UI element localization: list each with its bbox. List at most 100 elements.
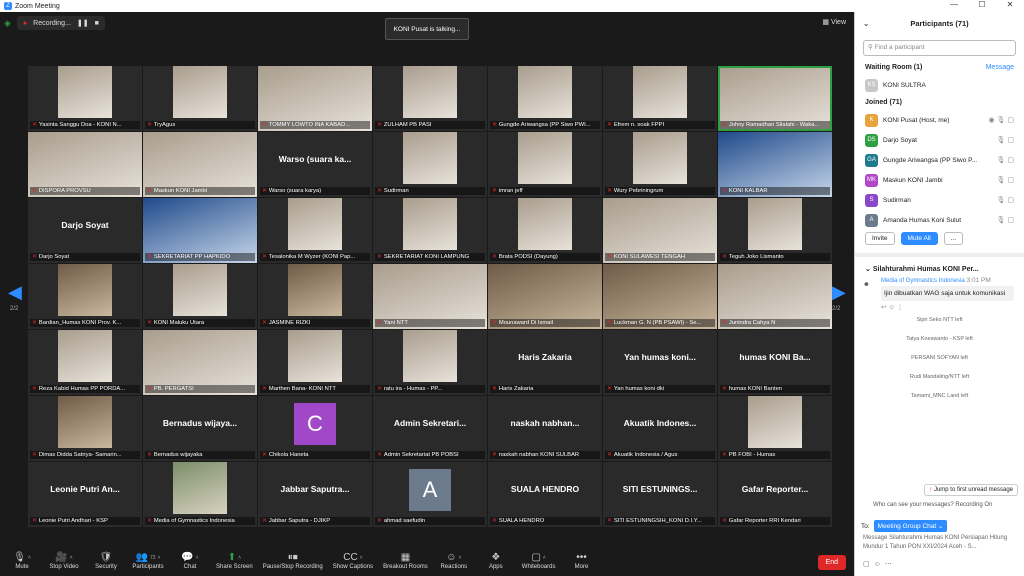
jump-unread-button[interactable]: ↑ Jump to first unread message: [924, 484, 1018, 496]
pause-stop-recording-button[interactable]: ⏸⏹ Pause/Stop Recording: [263, 552, 323, 570]
participant-tile[interactable]: ✕ Johny Ramadhan Silalahi - Waka...: [718, 66, 832, 131]
participant-tile[interactable]: ✕ Tesalonika M Wyzer (KONI Pap...: [258, 198, 372, 263]
apps-button[interactable]: ❖ Apps: [480, 552, 512, 570]
participant-tile[interactable]: ✕ Dimas Didda Satriya- Samarin...: [28, 396, 142, 461]
participant-tile[interactable]: ✕ imran jeff: [488, 132, 602, 197]
participant-tile[interactable]: ✕ Efrem n. soak FPPI: [603, 66, 717, 131]
encryption-shield-icon[interactable]: ◈: [4, 18, 11, 29]
participant-tile[interactable]: ✕ ZULHAM PB PASI: [373, 66, 487, 131]
participant-tile[interactable]: ✕ Marthen Bana- KONI NTT: [258, 330, 372, 395]
participant-tile[interactable]: ✕ ratu ira - Humas - PP...: [373, 330, 487, 395]
close-button[interactable]: ✕: [996, 0, 1024, 9]
participant-tile[interactable]: Yan humas koni... ✕ Yan humas koni dki: [603, 330, 717, 395]
participant-tile[interactable]: Leonie Putri An... ✕ Leonie Putri Andhari …: [28, 462, 142, 527]
participant-tile[interactable]: ✕ Junindra Cahya N: [718, 264, 832, 329]
chat-reaction-icons[interactable]: ↩ ☺ ⋮: [881, 303, 1014, 311]
pause-recording-icon[interactable]: ❚❚: [77, 19, 89, 27]
participant-status-icons[interactable]: 🎙 ▢: [997, 136, 1014, 144]
participant-tile[interactable]: ✕ Reza Kabid Humas PP PORDA...: [28, 330, 142, 395]
minimize-button[interactable]: —: [940, 0, 968, 9]
joined-header[interactable]: Joined (71): [855, 95, 1024, 110]
participant-row[interactable]: K KONI Pusat (Host, me) ◉ 🎙 ▢: [855, 110, 1024, 130]
stop-video-button[interactable]: 🎥 ˄ Stop Video: [48, 552, 80, 570]
chat-tools[interactable]: ▢☺⋯: [863, 560, 896, 568]
participant-row[interactable]: A Amanda Humas Koni Sulut 🎙 ▢: [855, 210, 1024, 228]
caret-up-icon[interactable]: ˄: [196, 555, 199, 561]
participant-tile[interactable]: Haris Zakaria ✕ Haris Zakaria: [488, 330, 602, 395]
participant-tile[interactable]: Akuatik Indones... ✕ Akuatik Indonesia / A…: [603, 396, 717, 461]
participant-tile[interactable]: ✕ Mounaward Di Ismail: [488, 264, 602, 329]
participant-tile[interactable]: ✕ Gungde Ariwangsa (PP Siwo PWI...: [488, 66, 602, 131]
participant-tile[interactable]: naskah nabhan... ✕ naskah nabhan KONI SULB…: [488, 396, 602, 461]
participant-tile[interactable]: ✕ DISPORA PROVSU: [28, 132, 142, 197]
participant-tile[interactable]: SITI ESTUNINGS... ✕ SITI ESTUNINGSIH_KONI …: [603, 462, 717, 527]
participants-button[interactable]: 👥 72 ˄ Participants: [132, 552, 164, 570]
participant-tile[interactable]: ✕ SEKRETARIAT PP HAPKIDO: [143, 198, 257, 263]
participant-tile[interactable]: Warso (suara ka... ✕ Warso (suara karya): [258, 132, 372, 197]
participant-tile[interactable]: ✕ Yasinta Sanggu Doa - KONI N...: [28, 66, 142, 131]
caret-up-icon[interactable]: ˄: [28, 555, 31, 561]
participant-tile[interactable]: ✕ TOMMY LOWTO INA KABAD...: [258, 66, 372, 131]
security-button[interactable]: 🛡 Security: [90, 552, 122, 570]
more-button[interactable]: ••• More: [565, 552, 597, 570]
participant-tile[interactable]: ✕ SEKRETARIAT KONI LAMPUNG: [373, 198, 487, 263]
participant-tile[interactable]: A ✕ ahmad saefudin: [373, 462, 487, 527]
participant-row[interactable]: GA Gungde Ariwangsa (PP Siwo P... 🎙 ▢: [855, 150, 1024, 170]
caret-up-icon[interactable]: ˄: [238, 555, 241, 561]
next-page-arrow-icon[interactable]: ▶: [832, 282, 846, 303]
participant-tile[interactable]: Admin Sekretari... ✕ Admin Sekretariat PB …: [373, 396, 487, 461]
participant-status-icons[interactable]: 🎙 ▢: [997, 196, 1014, 204]
participant-tile[interactable]: ✕ Luckman G. N (PB PSAWI) - Se...: [603, 264, 717, 329]
participant-search-input[interactable]: ⚲ Find a participant: [863, 40, 1016, 56]
participant-tile[interactable]: ✕ Teguh Joko Lismanto: [718, 198, 832, 263]
waiting-room-header[interactable]: Waiting Room (1) Message: [855, 60, 1024, 75]
mute-all-button[interactable]: Mute All: [900, 232, 938, 245]
invite-button[interactable]: Invite: [865, 232, 895, 245]
participant-row[interactable]: DS Darjo Soyat 🎙 ▢: [855, 130, 1024, 150]
participant-tile[interactable]: ✕ JASMINE RIZKI: [258, 264, 372, 329]
maximize-button[interactable]: ☐: [968, 0, 996, 9]
participant-row[interactable]: S Sudirman 🎙 ▢: [855, 190, 1024, 210]
show-captions-button[interactable]: CC ˄ Show Captions: [333, 552, 373, 570]
participant-tile[interactable]: Darjo Soyat ✕ Darjo Soyat: [28, 198, 142, 263]
participant-tile[interactable]: ✕ Sudirman: [373, 132, 487, 197]
participant-row[interactable]: MK Maskun KONI Jambi 🎙 ▢: [855, 170, 1024, 190]
caret-up-icon[interactable]: ˄: [70, 555, 73, 561]
participant-tile[interactable]: C ✕ Chikola Haneta: [258, 396, 372, 461]
reactions-button[interactable]: ☺ ˄ Reactions: [438, 552, 470, 570]
participant-row[interactable]: KS KONI SULTRA: [855, 75, 1024, 95]
participant-tile[interactable]: ✕ Bardian_Humas KONI Prov. K...: [28, 264, 142, 329]
participant-tile[interactable]: Gafar Reporter... ✕ Gafar Reporter RRI Ken…: [718, 462, 832, 527]
participant-tile[interactable]: humas KONI Ba... ✕ humas KONI Banten: [718, 330, 832, 395]
prev-page-arrow-icon[interactable]: ◀: [8, 282, 22, 303]
participant-tile[interactable]: ✕ KONI SULAWESI TENGAH: [603, 198, 717, 263]
participant-status-icons[interactable]: ◉ 🎙 ▢: [989, 116, 1015, 124]
collapse-chevron-icon[interactable]: ⌄: [863, 12, 869, 36]
participant-tile[interactable]: Jabbar Saputra... ✕ Jabbar Saputra - DJIKP: [258, 462, 372, 527]
breakout-rooms-button[interactable]: ▦ Breakout Rooms: [383, 552, 428, 570]
participant-tile[interactable]: ✕ KONI KALBAR: [718, 132, 832, 197]
stop-recording-icon[interactable]: ■: [95, 20, 99, 27]
message-visibility-note[interactable]: Who can see your messages? Recording On: [873, 502, 992, 508]
mute-button[interactable]: 🎙 ˄ Mute: [6, 552, 38, 570]
chat-message-input[interactable]: Message Silahturahmi Humas KONI Persiapa…: [863, 534, 1018, 552]
caret-up-icon[interactable]: ˄: [158, 555, 161, 561]
participant-tile[interactable]: ✕ PB FOBI - Humas: [718, 396, 832, 461]
participant-tile[interactable]: ✕ PB. PERGATSI: [143, 330, 257, 395]
caret-up-icon[interactable]: ˄: [543, 555, 546, 561]
participant-tile[interactable]: ✕ Media of Gymnastics Indonesia: [143, 462, 257, 527]
chat-sender[interactable]: Media of Gymnastics Indonesia: [881, 278, 965, 284]
participant-tile[interactable]: ✕ TryAgus: [143, 66, 257, 131]
participant-tile[interactable]: ✕ Wury Pebriningrum: [603, 132, 717, 197]
share-screen-button[interactable]: ⬆ ˄ Share Screen: [216, 552, 253, 570]
whiteboards-button[interactable]: ▢ ˄ Whiteboards: [522, 552, 556, 570]
participant-status-icons[interactable]: 🎙 ▢: [997, 176, 1014, 184]
caret-up-icon[interactable]: ˄: [360, 555, 363, 561]
participant-tile[interactable]: SUALA HENDRO ✕ SUALA HENDRO: [488, 462, 602, 527]
participant-tile[interactable]: ✕ Yani NTT: [373, 264, 487, 329]
participant-status-icons[interactable]: 🎙 ▢: [997, 156, 1014, 164]
end-meeting-button[interactable]: End: [817, 555, 846, 570]
view-button[interactable]: ▦ View: [822, 18, 846, 26]
waiting-room-message-link[interactable]: Message: [986, 64, 1014, 71]
participant-status-icons[interactable]: 🎙 ▢: [997, 216, 1014, 224]
